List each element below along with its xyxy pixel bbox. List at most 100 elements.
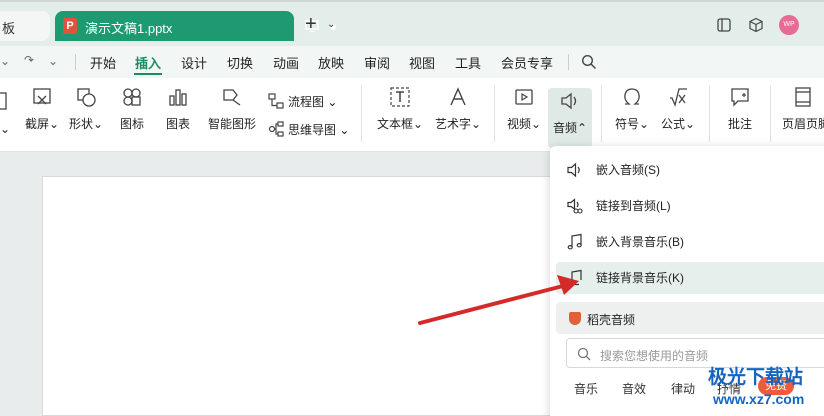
menu-link-background-music[interactable]: 链接背景音乐(K) — [556, 262, 824, 294]
ribbon-divider — [601, 86, 602, 142]
header-footer-button[interactable]: 页眉页脚 — [782, 86, 824, 132]
smart-shape-icon — [223, 89, 241, 106]
comment-button[interactable]: 批注 — [722, 86, 758, 132]
menu-link-background-music-label: 链接背景音乐(K) — [596, 271, 684, 285]
category-music[interactable]: 音乐 — [574, 380, 598, 397]
omega-symbol-icon — [624, 88, 640, 105]
category-rhythm[interactable]: 律动 — [671, 380, 695, 397]
mindmap-button[interactable]: 思维导图 ⌄ — [268, 120, 358, 138]
audio-label: 音频⌃ — [552, 121, 588, 135]
speaker-icon — [561, 92, 577, 110]
textbox-label: 文本框⌄ — [376, 117, 424, 131]
docer-audio-section: 稻壳音频 — [556, 302, 824, 334]
menu-design[interactable]: 设计 — [181, 53, 207, 72]
menu-tools[interactable]: 工具 — [455, 53, 481, 72]
category-sound-effect[interactable]: 音效 — [622, 380, 646, 397]
menu-slideshow[interactable]: 放映 — [318, 53, 344, 72]
docer-audio-label: 稻壳音频 — [587, 313, 636, 327]
wordart-label: 艺术字⌄ — [434, 117, 482, 131]
menu-embed-audio[interactable]: 嵌入音频(S) — [556, 154, 824, 186]
textbox-button[interactable]: 文本框⌄ — [374, 86, 426, 132]
ribbon-insert: ⌄ 截屏⌄ 形状⌄ 图标 图表 智能图形 流程图 ⌄ 思维导图 ⌄ 文本框⌄ 艺… — [0, 78, 824, 152]
formula-label: 公式⌄ — [660, 117, 696, 131]
tab-active-title: 演示文稿1.pptx — [85, 21, 173, 36]
icon-button[interactable]: 图标 — [114, 86, 150, 132]
bar-chart-icon — [169, 89, 187, 106]
screenshot-icon — [33, 88, 51, 105]
formula-button[interactable]: 公式⌄ — [658, 86, 698, 132]
textbox-icon — [390, 87, 410, 107]
mindmap-icon — [268, 121, 284, 137]
search-icon — [577, 347, 591, 361]
header-footer-label: 页眉页脚 — [782, 117, 824, 131]
menu-link-audio-label: 链接到音频(L) — [596, 199, 671, 213]
menu-animations[interactable]: 动画 — [273, 53, 299, 72]
flowchart-button[interactable]: 流程图 ⌄ — [268, 92, 342, 110]
mindmap-label: 思维导图 ⌄ — [288, 123, 350, 137]
symbol-label: 符号⌄ — [614, 117, 650, 131]
menu-transitions[interactable]: 切换 — [227, 53, 253, 72]
menu-review[interactable]: 审阅 — [364, 53, 390, 72]
music-note-icon — [567, 233, 582, 250]
wordart-icon — [450, 87, 466, 106]
user-avatar[interactable]: WP — [779, 15, 799, 35]
icon-library-icon — [123, 88, 141, 106]
tab-list-chevron-icon[interactable]: ⌄ — [327, 19, 335, 30]
ribbon-divider — [709, 86, 710, 142]
smart-shape-label: 智能图形 — [207, 117, 256, 131]
shape-icon — [77, 88, 96, 107]
table-dropdown-chevron-icon[interactable]: ⌄ — [0, 122, 10, 136]
menu-view[interactable]: 视图 — [409, 53, 435, 72]
menu-divider — [568, 54, 569, 70]
menu-member[interactable]: 会员专享 — [501, 53, 553, 72]
icon-label: 图标 — [119, 117, 144, 131]
active-menu-underline — [134, 73, 162, 75]
tab-previous-document[interactable]: 板 — [0, 11, 50, 41]
menu-insert[interactable]: 插入 — [135, 53, 161, 72]
menu-embed-background-music-label: 嵌入背景音乐(B) — [596, 235, 684, 249]
wordart-button[interactable]: 艺术字⌄ — [432, 86, 484, 132]
undo-chevron-icon[interactable]: ⌄ — [0, 54, 10, 68]
chart-button[interactable]: 图表 — [160, 86, 196, 132]
header-footer-icon — [795, 87, 811, 107]
watermark-title: 极光下载站 — [708, 367, 804, 388]
symbol-button[interactable]: 符号⌄ — [612, 86, 652, 132]
redo-icon[interactable]: ↷ — [24, 53, 34, 67]
redo-chevron-icon[interactable]: ⌄ — [48, 54, 58, 68]
menu-embed-audio-label: 嵌入音频(S) — [596, 163, 660, 177]
speaker-link-icon — [567, 198, 583, 214]
layout-toggle-icon[interactable] — [716, 17, 732, 33]
formula-icon — [670, 88, 687, 108]
comment-icon — [731, 88, 749, 107]
ribbon-divider — [361, 86, 362, 142]
flowchart-label: 流程图 ⌄ — [288, 95, 338, 109]
screenshot-label: 截屏⌄ — [24, 117, 60, 131]
video-icon — [515, 89, 533, 105]
tab-active-document[interactable]: P 演示文稿1.pptx — [55, 11, 336, 41]
presentation-file-icon: P — [63, 18, 77, 34]
new-tab-button[interactable]: + — [305, 14, 317, 34]
watermark-logo: 极光下载站 www.xz7.com — [708, 360, 824, 416]
menu-home[interactable]: 开始 — [90, 53, 116, 72]
table-icon[interactable] — [0, 92, 8, 112]
menu-divider — [75, 54, 76, 70]
chart-label: 图表 — [165, 117, 190, 131]
title-bar: 板 P 演示文稿1.pptx + ⌄ WP — [0, 0, 824, 46]
menu-embed-background-music[interactable]: 嵌入背景音乐(B) — [556, 226, 824, 258]
ribbon-divider — [494, 86, 495, 142]
comment-label: 批注 — [727, 117, 752, 131]
search-icon[interactable] — [581, 54, 597, 70]
screenshot-button[interactable]: 截屏⌄ — [22, 86, 62, 132]
annotation-arrow-icon — [418, 275, 579, 325]
ribbon-divider — [770, 86, 771, 142]
watermark-url: www.xz7.com — [713, 391, 805, 407]
audio-button[interactable]: 音频⌃ — [548, 88, 592, 148]
cube-icon[interactable] — [748, 17, 764, 33]
menu-link-audio[interactable]: 链接到音频(L) — [556, 190, 824, 222]
video-button[interactable]: 视频⌄ — [504, 86, 544, 132]
audio-search-placeholder: 搜索您想使用的音频 — [600, 349, 709, 363]
shape-button[interactable]: 形状⌄ — [66, 86, 106, 132]
smart-shape-button[interactable]: 智能图形 — [206, 86, 258, 132]
tab-previous-label: 板 — [2, 21, 16, 36]
flowchart-icon — [268, 93, 284, 109]
